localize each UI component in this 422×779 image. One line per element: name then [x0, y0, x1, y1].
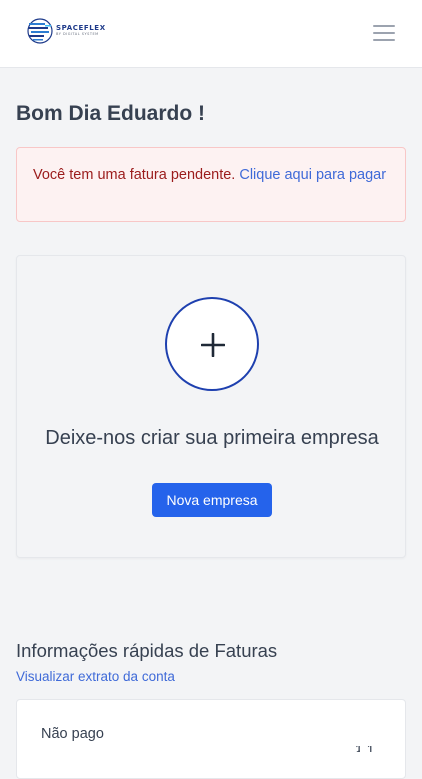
- view-statement-link[interactable]: Visualizar extrato da conta: [16, 669, 175, 684]
- logo-name: SPACEFLEX: [56, 24, 106, 33]
- new-company-button[interactable]: Nova empresa: [152, 483, 272, 517]
- empty-state-title: Deixe-nos criar sua primeira empresa: [45, 427, 379, 449]
- pending-invoice-alert: Você tem uma fatura pendente. Clique aqu…: [16, 147, 406, 222]
- unpaid-label: Não pago: [41, 726, 104, 742]
- page-greeting: Bom Dia Eduardo !: [16, 102, 206, 125]
- create-company-circle-button[interactable]: [165, 297, 259, 391]
- pay-now-link[interactable]: Clique aqui para pagar: [239, 167, 386, 183]
- invoices-section-title: Informações rápidas de Faturas: [16, 640, 278, 661]
- spaceflex-globe-icon: [27, 18, 53, 44]
- unpaid-value-partial: 1 1 1: [355, 746, 381, 752]
- top-header: SPACEFLEX BY DIGITAL SYSTEM: [0, 0, 422, 68]
- hamburger-menu-icon[interactable]: [368, 22, 398, 44]
- logo-tagline: BY DIGITAL SYSTEM: [56, 32, 99, 37]
- unpaid-invoices-card[interactable]: Não pago 1 1 1: [16, 699, 406, 779]
- empty-company-card: Deixe-nos criar sua primeira empresa Nov…: [16, 255, 406, 558]
- brand-logo[interactable]: SPACEFLEX BY DIGITAL SYSTEM: [27, 16, 106, 46]
- plus-icon: [201, 333, 225, 357]
- alert-text: Você tem uma fatura pendente.: [33, 167, 240, 183]
